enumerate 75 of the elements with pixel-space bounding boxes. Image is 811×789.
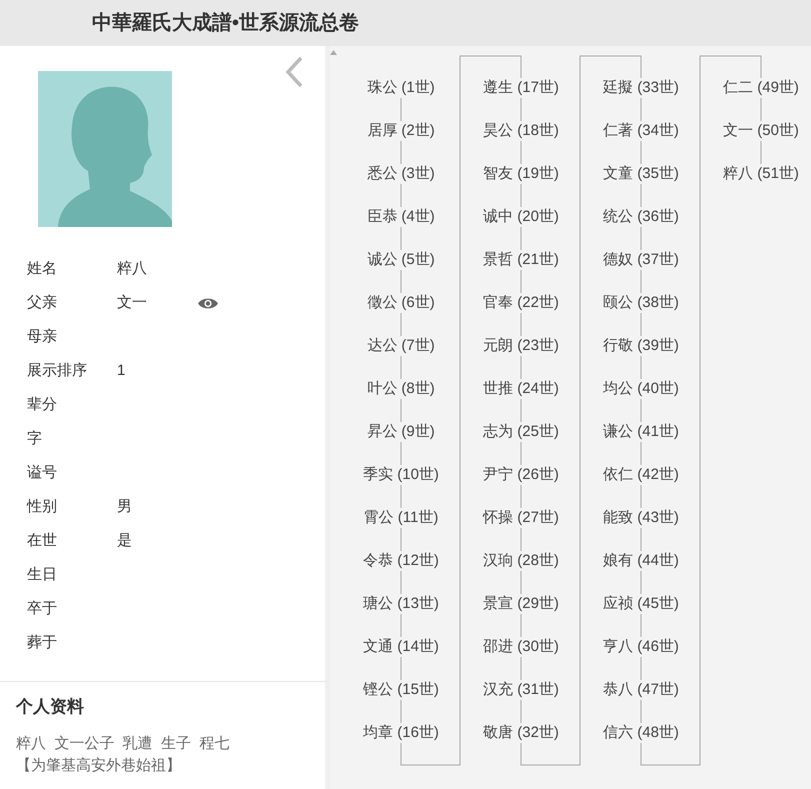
field-label: 父亲 xyxy=(27,292,58,313)
ancestor-node[interactable]: 行敬 (39世) xyxy=(602,336,680,356)
ancestor-node[interactable]: 景哲 (21世) xyxy=(482,250,560,270)
field-value: 文一 xyxy=(117,292,148,313)
ancestor-node[interactable]: 叶公 (8世) xyxy=(366,379,436,399)
field-label: 卒于 xyxy=(27,598,58,619)
ancestor-node[interactable]: 昊公 (18世) xyxy=(482,121,560,141)
ancestor-node[interactable]: 颐公 (38世) xyxy=(602,293,680,313)
ancestor-node[interactable]: 臣恭 (4世) xyxy=(366,207,436,227)
field-value: 男 xyxy=(117,496,133,517)
ancestor-node[interactable]: 昇公 (9世) xyxy=(366,422,436,442)
field-value: 粹八 xyxy=(117,258,148,279)
ancestor-node[interactable]: 霄公 (11世) xyxy=(362,508,440,528)
ancestor-node[interactable]: 德奴 (37世) xyxy=(602,250,680,270)
ancestor-node[interactable]: 瑭公 (13世) xyxy=(362,594,440,614)
ancestor-node[interactable]: 能致 (43世) xyxy=(602,508,680,528)
ancestor-node[interactable]: 统公 (36世) xyxy=(602,207,680,227)
ancestor-node[interactable]: 居厚 (2世) xyxy=(366,121,436,141)
ancestor-node[interactable]: 仁著 (34世) xyxy=(602,121,680,141)
ancestor-node[interactable]: 谦公 (41世) xyxy=(602,422,680,442)
ancestor-node[interactable]: 汉珦 (28世) xyxy=(482,551,560,571)
ancestor-node[interactable]: 诚中 (20世) xyxy=(482,207,560,227)
ancestor-node[interactable]: 诚公 (5世) xyxy=(366,250,436,270)
field-label: 性别 xyxy=(27,496,58,517)
ancestor-node[interactable]: 邵进 (30世) xyxy=(482,637,560,657)
ancestor-node[interactable]: 达公 (7世) xyxy=(366,336,436,356)
ancestor-node[interactable]: 季实 (10世) xyxy=(362,465,440,485)
field-value: 是 xyxy=(117,530,133,551)
ancestor-node[interactable]: 志为 (25世) xyxy=(482,422,560,442)
ancestor-node[interactable]: 悉公 (3世) xyxy=(366,164,436,184)
eye-icon[interactable] xyxy=(198,296,218,310)
ancestor-node[interactable]: 怀操 (27世) xyxy=(482,508,560,528)
ancestor-node[interactable]: 元朗 (23世) xyxy=(482,336,560,356)
bio-text: 【为肇基高安外巷始祖】 xyxy=(16,756,182,776)
ancestor-node[interactable]: 汉充 (31世) xyxy=(482,680,560,700)
ancestor-node[interactable]: 铿公 (15世) xyxy=(362,680,440,700)
ancestor-node[interactable]: 依仁 (42世) xyxy=(602,465,680,485)
ancestor-node[interactable]: 文一 (50世) xyxy=(722,121,800,141)
field-label: 葬于 xyxy=(27,632,58,653)
ancestor-node[interactable]: 智友 (19世) xyxy=(482,164,560,184)
ancestor-node[interactable]: 尹宁 (26世) xyxy=(482,465,560,485)
ancestor-node[interactable]: 应祯 (45世) xyxy=(602,594,680,614)
ancestor-node[interactable]: 文通 (14世) xyxy=(362,637,440,657)
ancestor-node[interactable]: 官奉 (22世) xyxy=(482,293,560,313)
ancestor-node[interactable]: 均章 (16世) xyxy=(362,723,440,743)
field-label: 姓名 xyxy=(27,258,58,279)
bio-text: 粹八 文一公子 乳遭 生子 程七 xyxy=(16,734,230,754)
ancestor-node[interactable]: 廷擬 (33世) xyxy=(602,78,680,98)
field-value: 1 xyxy=(117,360,126,381)
ancestor-node[interactable]: 信六 (48世) xyxy=(602,723,680,743)
field-label: 母亲 xyxy=(27,326,58,347)
field-label: 生日 xyxy=(27,564,58,585)
field-label: 辈分 xyxy=(27,394,58,415)
ancestor-node[interactable]: 令恭 (12世) xyxy=(362,551,440,571)
field-label: 谥号 xyxy=(27,462,58,483)
ancestor-node[interactable]: 娘有 (44世) xyxy=(602,551,680,571)
field-label: 字 xyxy=(27,428,43,449)
ancestor-node[interactable]: 敬唐 (32世) xyxy=(482,723,560,743)
ancestor-node[interactable]: 珠公 (1世) xyxy=(366,78,436,98)
ancestor-node[interactable]: 世推 (24世) xyxy=(482,379,560,399)
ancestor-node[interactable]: 仁二 (49世) xyxy=(722,78,800,98)
ancestor-node[interactable]: 均公 (40世) xyxy=(602,379,680,399)
field-label: 在世 xyxy=(27,530,58,551)
field-label: 展示排序 xyxy=(27,360,88,381)
section-heading: 个人资料 xyxy=(16,696,85,718)
ancestor-node[interactable]: 亨八 (46世) xyxy=(602,637,680,657)
page-title: 中華羅氏大成譜•世系源流总卷 xyxy=(92,10,360,36)
ancestor-node[interactable]: 景宣 (29世) xyxy=(482,594,560,614)
ancestor-node[interactable]: 恭八 (47世) xyxy=(602,680,680,700)
ancestor-node[interactable]: 遵生 (17世) xyxy=(482,78,560,98)
ancestor-node[interactable]: 文童 (35世) xyxy=(602,164,680,184)
ancestor-node[interactable]: 徵公 (6世) xyxy=(366,293,436,313)
ancestor-node[interactable]: 粹八 (51世) xyxy=(722,164,800,184)
chevron-left-icon[interactable] xyxy=(285,56,303,88)
scroll-up-icon[interactable] xyxy=(330,50,337,55)
